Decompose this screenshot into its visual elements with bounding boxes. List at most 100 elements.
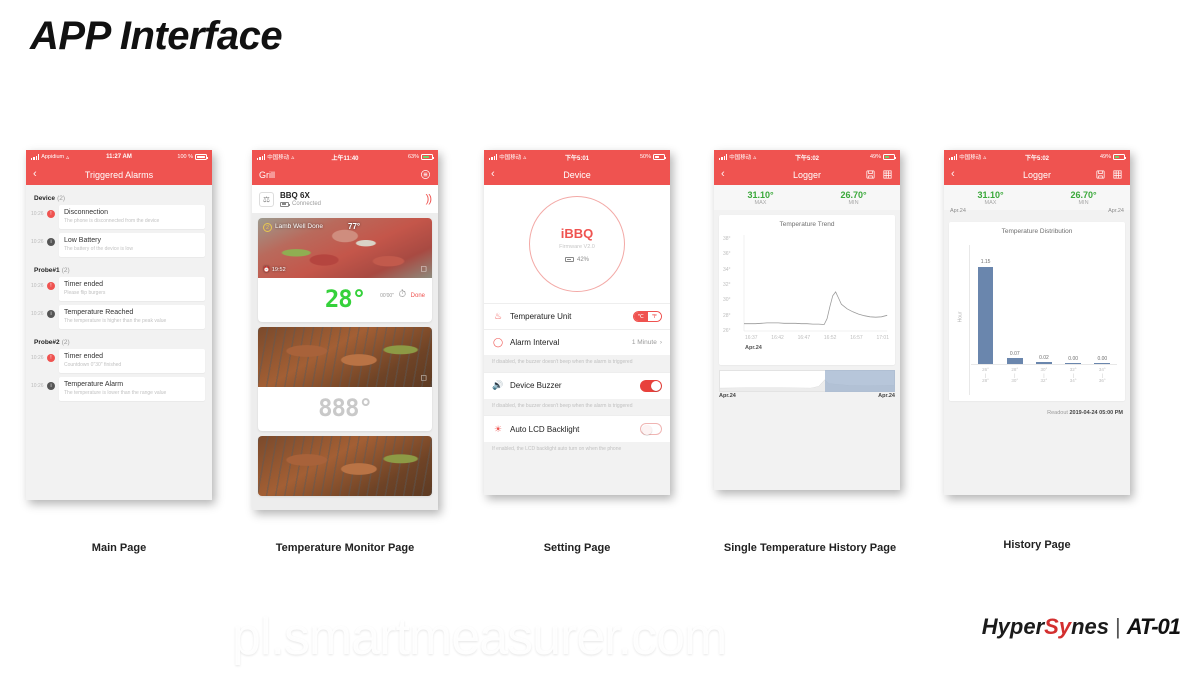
temperature-unit-toggle[interactable]: ℃ ℉ — [632, 311, 662, 322]
temperature-distribution-card[interactable]: Temperature Distribution Hour 1.15 0.07 0.… — [949, 222, 1125, 401]
page-title: APP Interface — [30, 14, 283, 58]
max-stat: 31.10° MAX — [714, 190, 807, 206]
wireless-signal-icon: )) — [425, 193, 432, 205]
temperature-trend-card[interactable]: Temperature Trend 38° 36° 34° 32° 30° 28° 26° … — [719, 215, 895, 365]
bar-value-label: 0.00 — [1068, 355, 1079, 362]
scrubber-selection[interactable] — [824, 370, 895, 392]
nav-bar: ‹ Logger — [714, 164, 900, 185]
bar-series: 1.15 0.07 0.02 0.00 0.00 — [971, 249, 1117, 365]
battery-percent: 42% — [576, 256, 589, 263]
status-time: 下午5:02 — [794, 155, 819, 162]
nav-bar: Grill — [252, 164, 438, 185]
status-time: 11:27 AM — [106, 154, 132, 160]
status-bar: Appidium ▵ 11:27 AM 100 % — [26, 150, 212, 164]
x-axis-tick: 16:42 — [771, 335, 784, 341]
alarm-time: 10:26 — [31, 211, 44, 217]
bar-item[interactable]: 1.15 — [972, 249, 998, 364]
caption-setting-page: Setting Page — [543, 542, 611, 554]
unit-fahrenheit-option[interactable]: ℉ — [647, 312, 661, 321]
min-stat: 26.70° MIN — [807, 190, 900, 206]
list-item[interactable]: 10:26 i Temperature Reached The temperat… — [26, 305, 212, 333]
grid-table-icon[interactable] — [1112, 169, 1123, 180]
alarm-time: 10:26 — [31, 311, 44, 317]
max-value: 31.10° — [977, 190, 1004, 200]
bar — [977, 266, 994, 364]
probe-card[interactable]: 2 Lamb Well Done 77° ⏰ 19:52 ◻ 28° 00'00"… — [258, 218, 432, 322]
device-buzzer-toggle[interactable] — [640, 379, 662, 392]
list-item[interactable]: 10:26 i Temperature Alarm The temperatur… — [26, 377, 212, 405]
probe-target-temp: 77° — [348, 222, 361, 231]
bar-item[interactable]: 0.00 — [1060, 249, 1086, 364]
bar-value-label: 0.00 — [1097, 355, 1108, 362]
probe-card[interactable] — [258, 436, 432, 496]
stopwatch-icon[interactable]: ⏱ — [398, 289, 406, 300]
setting-row-device-buzzer[interactable]: 🔊 Device Buzzer — [484, 371, 670, 399]
bar-item[interactable]: 0.00 — [1089, 249, 1115, 364]
x-axis-tick: 32° | 34° — [1069, 367, 1077, 384]
setting-row-alarm-interval[interactable]: ◯ Alarm Interval 1 Minute › — [484, 329, 670, 355]
speaker-icon: 🔊 — [492, 380, 504, 390]
bar-item[interactable]: 0.02 — [1031, 249, 1057, 364]
bar-item[interactable]: 0.07 — [1002, 249, 1028, 364]
firmware-version: Firmware V2.0 — [559, 243, 595, 250]
list-item[interactable]: 10:26 ! Timer ended Please flip burgers — [26, 277, 212, 305]
x-axis-tick: 26° | 28° — [982, 367, 989, 384]
unit-celsius-option[interactable]: ℃ — [633, 312, 648, 321]
device-summary-card[interactable]: ⚖ BBQ 6X Connected )) — [252, 185, 438, 213]
grid-table-icon[interactable] — [882, 169, 893, 180]
logger-body[interactable]: 31.10° MAX 26.70° MIN Temperature Trend … — [714, 185, 900, 490]
bar — [1094, 363, 1111, 364]
probe-number-badge: 2 — [263, 223, 272, 232]
alarm-list[interactable]: Device (2) 10:26 ! Disconnection The pho… — [26, 185, 212, 500]
setting-label: Alarm Interval — [510, 338, 560, 347]
alert-dot-icon: ! — [47, 282, 55, 290]
save-icon[interactable] — [865, 169, 876, 180]
logger-body[interactable]: 31.10° MAX 26.70° MIN Apr.24 Apr.24 Temp… — [944, 185, 1130, 495]
nav-title: Device — [563, 169, 591, 180]
range-scrubber[interactable]: Apr.24 Apr.24 — [719, 370, 895, 400]
alarm-title: Disconnection — [64, 209, 108, 216]
setting-row-auto-lcd-backlight[interactable]: ☀ Auto LCD Backlight — [484, 415, 670, 442]
bar-chart[interactable]: Hour 1.15 0.07 0.02 0.00 0.00 26° | 28° 28° | 30°… — [953, 245, 1121, 395]
chevron-right-icon: › — [659, 339, 662, 346]
alarm-title: Low Battery — [64, 237, 101, 244]
list-menu-icon[interactable] — [420, 169, 431, 180]
setting-note: If disabled, the buzzer doesn't beep whe… — [492, 359, 633, 365]
chart-title: Temperature Trend — [779, 221, 835, 228]
x-axis-tick: 16:37 — [745, 335, 758, 341]
setting-row-temperature-unit[interactable]: ♨ Temperature Unit ℃ ℉ — [484, 303, 670, 329]
setting-label: Temperature Unit — [510, 312, 572, 321]
line-chart[interactable]: 38° 36° 34° 32° 30° 28° 26° 16:37 16:42 16:47 16:… — [723, 231, 891, 361]
alarm-subtitle: The battery of the device is low — [64, 246, 133, 252]
monitor-body[interactable]: ⚖ BBQ 6X Connected )) 2 Lamb Well Done 7… — [252, 185, 438, 510]
info-dot-icon: i — [47, 382, 55, 390]
nav-bar: ‹ Triggered Alarms — [26, 164, 212, 185]
scrubber-left-label: Apr.24 — [719, 393, 736, 399]
list-item[interactable]: 10:26 i Low Battery The battery of the d… — [26, 233, 212, 261]
battery-icon — [280, 201, 290, 207]
brand-name: HyperSynes — [981, 614, 1109, 639]
readout-label: Readout — [1047, 410, 1068, 416]
camera-icon[interactable]: ◻ — [420, 373, 427, 382]
probe-card[interactable]: ◻ 888° — [258, 327, 432, 431]
bar — [1006, 358, 1023, 364]
list-item[interactable]: 10:26 ! Timer ended Countdown 0"30" fini… — [26, 349, 212, 377]
phone-setting-page: 中国移动 ▵ 下午5:01 50% ‹ Device iBBQ Firmware… — [484, 150, 670, 495]
auto-lcd-backlight-toggle[interactable] — [640, 423, 662, 435]
list-item[interactable]: 10:26 ! Disconnection The phone is disco… — [26, 205, 212, 233]
camera-icon[interactable]: ◻ — [420, 264, 427, 273]
probe-timer-value: 19:52 — [271, 267, 286, 273]
phone-mockups-row: Appidium ▵ 11:27 AM 100 % ‹ Triggered Al… — [0, 150, 1200, 570]
readout-line: Readout 2019-04-24 05:00 PM — [944, 406, 1130, 416]
nav-bar: ‹ Logger — [944, 164, 1130, 185]
x-axis-tick: 30° | 32° — [1040, 367, 1048, 384]
info-dot-icon: i — [47, 310, 55, 318]
caption-temperature-monitor-page: Temperature Monitor Page — [275, 542, 415, 554]
alarm-title: Timer ended — [64, 281, 104, 288]
status-bar: 中国移动 ▵ 下午5:01 50% — [484, 150, 670, 164]
setting-note: If disabled, the buzzer doesn't beep whe… — [492, 402, 633, 409]
brightness-icon: ☀ — [493, 423, 503, 434]
save-icon[interactable] — [1095, 169, 1106, 180]
y-axis-label: Hour — [957, 311, 964, 323]
settings-body[interactable]: iBBQ Firmware V2.0 42% ♨ Temperature Uni… — [484, 185, 670, 495]
